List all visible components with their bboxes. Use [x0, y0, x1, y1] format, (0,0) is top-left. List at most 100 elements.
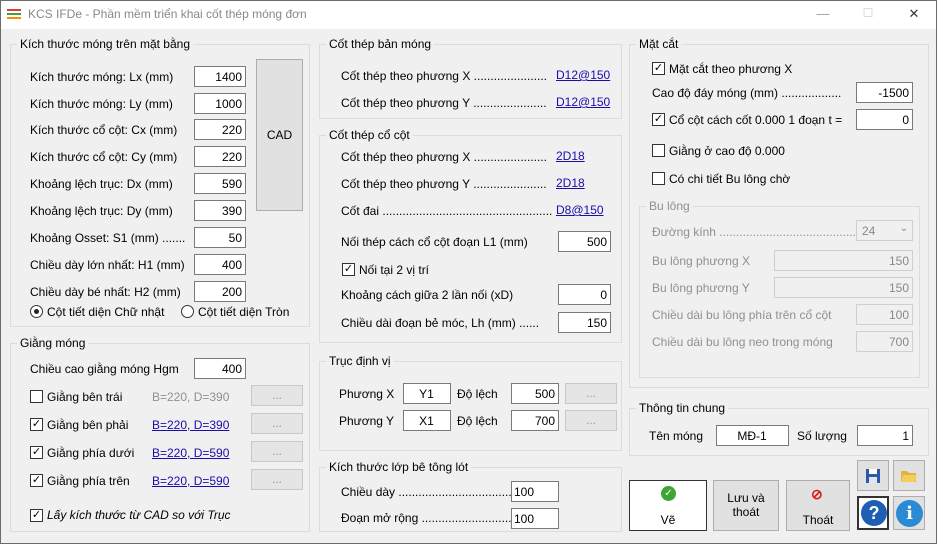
maximize-icon[interactable]: ☐	[858, 6, 878, 20]
l1-input[interactable]: 500	[558, 231, 611, 252]
tie-beam-size[interactable]: B=220, D=390	[152, 418, 229, 432]
foundation-dim-label: Kích thước móng: Ly (mm)	[30, 97, 173, 111]
save-file-button[interactable]	[857, 460, 889, 491]
stirrup-label: Cốt đai ................................…	[341, 204, 553, 218]
round-column-label: Cột tiết diện Tròn	[198, 305, 290, 319]
open-file-button[interactable]	[893, 460, 925, 491]
minimize-icon[interactable]: —	[813, 6, 833, 21]
foundation-dim-input[interactable]: 220	[194, 146, 246, 167]
main-window: KCS IFDe - Phần mềm triển khai cốt thép …	[0, 0, 937, 544]
help-icon: ?	[861, 500, 887, 526]
offset-x-input[interactable]: 500	[511, 383, 559, 404]
exit-button[interactable]: ⊘ Thoát	[786, 480, 850, 531]
foundation-dim-input[interactable]: 50	[194, 227, 246, 248]
column-offset-checkbox[interactable]: ✓	[652, 113, 665, 126]
help-button[interactable]: ?	[857, 496, 889, 530]
foundation-name-label: Tên móng	[649, 429, 704, 443]
foundation-dim-label: Khoảng Osset: S1 (mm) .......	[30, 231, 186, 245]
draw-button-label: Vẽ	[660, 513, 676, 527]
bolt-anchor-input[interactable]: 700	[856, 331, 913, 352]
tie-beam-browse-button[interactable]: ...	[251, 441, 303, 462]
group-caption: Kích thước lớp bê tông lót	[326, 460, 472, 474]
quantity-label: Số lượng	[797, 429, 847, 443]
tie-beam-browse-button[interactable]: ...	[251, 385, 303, 406]
lh-input[interactable]: 150	[558, 312, 611, 333]
tie-beam-browse-button[interactable]: ...	[251, 413, 303, 434]
column-offset-input[interactable]: 0	[856, 109, 913, 130]
foundation-dim-input[interactable]: 1400	[194, 66, 246, 87]
bolt-x-input[interactable]: 150	[774, 250, 913, 271]
close-icon[interactable]: ✕	[904, 6, 924, 22]
info-button[interactable]: i	[893, 496, 925, 530]
stirrup-link[interactable]: D8@150	[556, 203, 604, 217]
tie-beam-checkbox[interactable]: ✓	[30, 446, 43, 459]
foundation-dim-input[interactable]: 1000	[194, 93, 246, 114]
save-exit-button[interactable]: Lưu và thoát	[713, 480, 779, 531]
axis-x-input[interactable]: Y1	[403, 383, 451, 404]
hgm-input[interactable]: 400	[194, 358, 246, 379]
axis-y-browse-button[interactable]: ...	[565, 410, 617, 431]
tie-beam-label: Giằng bên trái	[47, 390, 123, 404]
foundation-dim-label: Chiều dày lớn nhất: H1 (mm)	[30, 258, 185, 272]
col-y-label: Cốt thép theo phương Y .................…	[341, 177, 547, 191]
slab-y-link[interactable]: D12@150	[556, 95, 610, 109]
bolt-top-input[interactable]: 100	[856, 304, 913, 325]
column-offset-label: Cổ cột cách cốt 0.000 1 đoạn t =	[669, 113, 843, 127]
stop-icon: ⊘	[811, 486, 823, 502]
hgm-label: Chiều cao giằng móng Hgm	[30, 362, 179, 376]
offset-y-input[interactable]: 700	[511, 410, 559, 431]
foundation-dim-input[interactable]: 200	[194, 281, 246, 302]
foundation-dim-input[interactable]: 590	[194, 173, 246, 194]
quantity-input[interactable]: 1	[857, 425, 913, 446]
group-caption: Mặt cắt	[636, 37, 682, 51]
bolt-anchor-label: Chiều dài bu lông neo trong móng	[652, 335, 833, 349]
col-x-link[interactable]: 2D18	[556, 149, 585, 163]
axis-x-browse-button[interactable]: ...	[565, 383, 617, 404]
round-column-radio[interactable]	[181, 305, 194, 318]
tie-beam-level-label: Giằng ở cao độ 0.000	[669, 144, 785, 158]
lean-thickness-input[interactable]: 100	[511, 481, 559, 502]
offset-x-label: Độ lệch	[457, 387, 498, 401]
anchor-bolt-checkbox[interactable]	[652, 172, 665, 185]
group-caption: Kích thước móng trên mặt bằng	[17, 37, 193, 51]
bolt-y-input[interactable]: 150	[774, 277, 913, 298]
cad-button[interactable]: CAD	[256, 59, 303, 211]
cad-axis-checkbox[interactable]: ✓	[30, 509, 43, 522]
tie-beam-size[interactable]: B=220, D=590	[152, 474, 229, 488]
section-x-checkbox[interactable]: ✓	[652, 62, 665, 75]
foundation-name-input[interactable]: MĐ-1	[716, 425, 789, 446]
xd-label: Khoảng cách giữa 2 lần nối (xD)	[341, 288, 514, 302]
tie-beam-label: Giằng phía dưới	[47, 446, 135, 460]
bolt-top-label: Chiều dài bu lông phía trên cổ cột	[652, 308, 832, 322]
rect-column-radio[interactable]	[30, 305, 43, 318]
bolt-diameter-select[interactable]: 24 ⌄	[856, 220, 913, 241]
tie-beam-level-checkbox[interactable]	[652, 144, 665, 157]
check-icon: ✓	[661, 486, 676, 501]
group-caption: Cốt thép bản móng	[326, 37, 435, 51]
col-y-link[interactable]: 2D18	[556, 176, 585, 190]
axis-y-input[interactable]: X1	[403, 410, 451, 431]
axis-group: Trục định vị	[319, 354, 622, 451]
tie-beam-browse-button[interactable]: ...	[251, 469, 303, 490]
tie-beam-checkbox[interactable]: ✓	[30, 474, 43, 487]
foundation-dim-label: Khoảng lệch trục: Dy (mm)	[30, 204, 173, 218]
slab-x-link[interactable]: D12@150	[556, 68, 610, 82]
foundation-dim-input[interactable]: 400	[194, 254, 246, 275]
cad-axis-label: Lấy kích thước từ CAD so với Trục	[47, 508, 231, 522]
foundation-dim-input[interactable]: 390	[194, 200, 246, 221]
tie-beam-size[interactable]: B=220, D=590	[152, 446, 229, 460]
draw-button[interactable]: ✓ Vẽ	[629, 480, 707, 531]
bottom-level-input[interactable]: -1500	[856, 82, 913, 103]
foundation-dim-label: Kích thước cổ cột: Cy (mm)	[30, 150, 178, 164]
tie-beam-checkbox[interactable]	[30, 390, 43, 403]
foundation-dim-input[interactable]: 220	[194, 119, 246, 140]
splice-2-checkbox[interactable]: ✓	[342, 263, 355, 276]
folder-open-icon	[901, 471, 917, 482]
xd-input[interactable]: 0	[558, 284, 611, 305]
app-icon	[7, 9, 21, 21]
tie-beam-checkbox[interactable]: ✓	[30, 418, 43, 431]
foundation-dim-label: Kích thước móng: Lx (mm)	[30, 70, 174, 84]
splice-2-label: Nối tại 2 vị trí	[359, 263, 430, 277]
lh-label: Chiều dài đoạn bẻ móc, Lh (mm) ......	[341, 316, 540, 330]
lean-extension-input[interactable]: 100	[511, 508, 559, 529]
